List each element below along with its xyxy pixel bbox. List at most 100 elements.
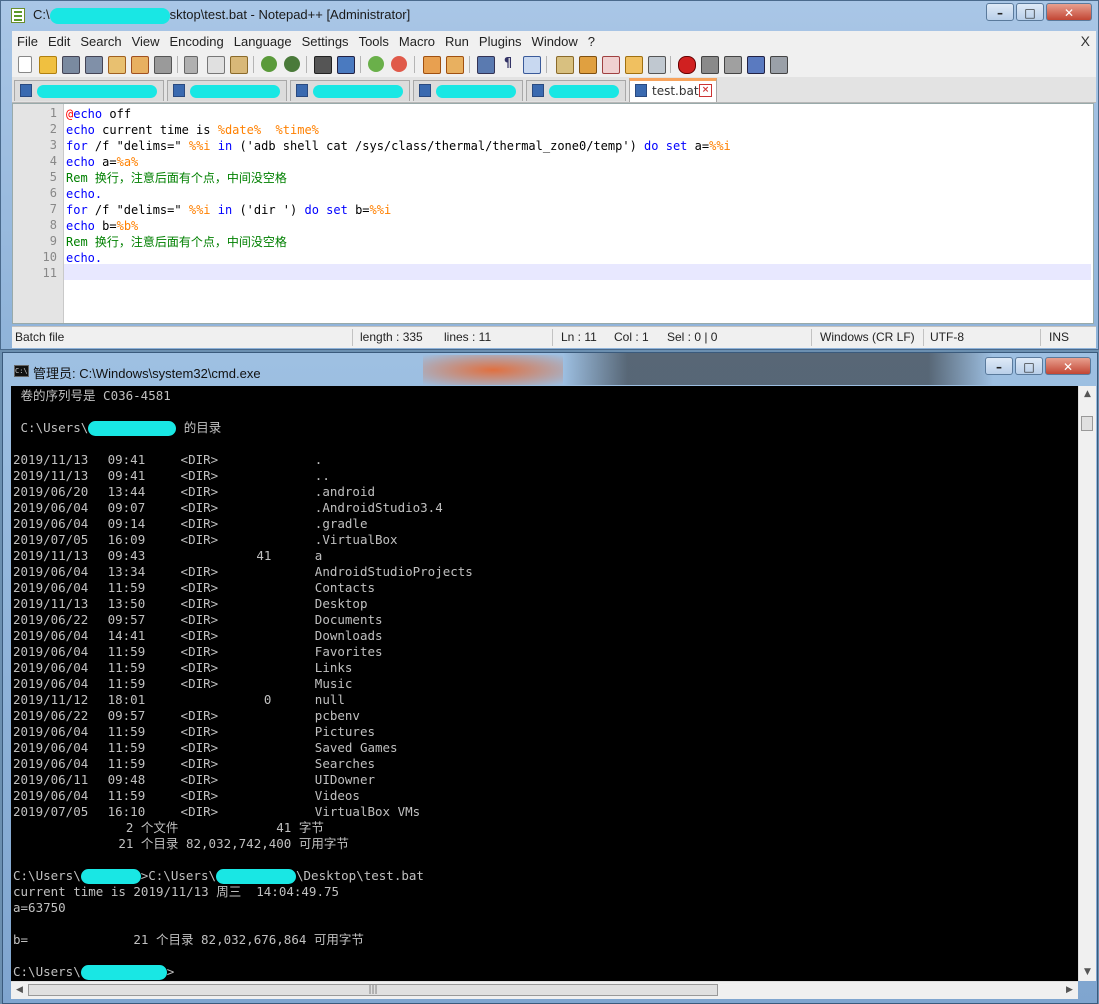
scroll-down-arrow-icon[interactable]: ▼ xyxy=(1079,964,1096,981)
maximize-button[interactable]: □ xyxy=(1015,357,1043,375)
zoom-out-icon[interactable] xyxy=(391,56,407,72)
dir-entry-type: <DIR> xyxy=(180,500,219,515)
cmd-vertical-scrollbar[interactable]: ▲ ▼ xyxy=(1078,386,1096,981)
status-insert-mode[interactable]: INS xyxy=(1049,327,1069,347)
code-token: do xyxy=(644,139,659,153)
tab-redacted[interactable] xyxy=(413,80,523,101)
minimize-button[interactable]: – xyxy=(985,357,1013,375)
npp-editor[interactable]: 1 2 3 4 5 6 7 8 9 10 11 @echo off echo c… xyxy=(12,103,1094,324)
sync-v-icon[interactable] xyxy=(423,56,441,74)
cmd-console[interactable]: 卷的序列号是 C036-4581 C:\Users\ 的目录 2019/11/1… xyxy=(11,386,1078,981)
play-macro-icon[interactable] xyxy=(724,56,742,74)
paste-icon[interactable] xyxy=(230,56,248,74)
close-button[interactable]: ✕ xyxy=(1046,3,1092,21)
dir-entry-time: 09:57 xyxy=(107,708,146,723)
dir-entry-name: .. xyxy=(314,468,330,483)
redacted-tab-title xyxy=(436,85,516,98)
code-line: echo current time is %date% %time% xyxy=(66,122,319,138)
close-button[interactable]: ✕ xyxy=(1045,357,1091,375)
copy-icon[interactable] xyxy=(207,56,225,74)
tab-redacted[interactable] xyxy=(167,80,287,101)
wrap-icon[interactable] xyxy=(477,56,495,74)
menu-macro[interactable]: Macro xyxy=(394,31,440,52)
close-all-icon[interactable] xyxy=(131,56,149,74)
menu-run[interactable]: Run xyxy=(440,31,474,52)
dir-entry-time: 16:10 xyxy=(107,804,146,819)
tab-test-bat[interactable]: test.bat × xyxy=(629,78,717,102)
dir-entry-time: 11:59 xyxy=(107,644,146,659)
status-divider xyxy=(923,329,924,346)
zoom-in-icon[interactable] xyxy=(368,56,384,72)
find-icon[interactable] xyxy=(314,56,332,74)
menu-file[interactable]: File xyxy=(12,31,43,52)
minimize-button[interactable]: – xyxy=(986,3,1014,21)
menu-help[interactable]: ? xyxy=(583,31,600,52)
cmd-titlebar[interactable]: C:\ 管理员: C:\Windows\system32\cmd.exe – □… xyxy=(3,353,1097,385)
redo-icon[interactable] xyxy=(284,56,300,72)
replace-icon[interactable] xyxy=(337,56,355,74)
menu-view[interactable]: View xyxy=(127,31,165,52)
dir-entry-time: 13:44 xyxy=(107,484,146,499)
console-line: C:\Users\ >C:\Users\ \Desktop\test.bat xyxy=(13,868,424,884)
close-icon[interactable] xyxy=(108,56,126,74)
cmd-horizontal-scrollbar[interactable]: ◀ ||| ▶ xyxy=(11,981,1078,999)
line-number: 11 xyxy=(42,266,57,280)
line-number: 10 xyxy=(42,250,57,264)
stop-macro-icon[interactable] xyxy=(701,56,719,74)
save-all-icon[interactable] xyxy=(85,56,103,74)
func-list-icon[interactable] xyxy=(602,56,620,74)
menu-language[interactable]: Language xyxy=(229,31,297,52)
tab-redacted[interactable] xyxy=(290,80,410,101)
doc-map-icon[interactable] xyxy=(579,56,597,74)
indent-guide-icon[interactable] xyxy=(523,56,541,74)
menu-search[interactable]: Search xyxy=(75,31,126,52)
scroll-up-arrow-icon[interactable]: ▲ xyxy=(1079,386,1096,403)
menu-close-doc[interactable]: X xyxy=(1081,31,1090,52)
redacted-username xyxy=(80,869,141,884)
menu-tools[interactable]: Tools xyxy=(354,31,394,52)
sync-h-icon[interactable] xyxy=(446,56,464,74)
tab-redacted[interactable] xyxy=(526,80,626,101)
console-line: 2 个文件 41 字节 xyxy=(13,820,324,835)
scroll-thumb[interactable]: ||| xyxy=(28,984,718,996)
code-line: echo. xyxy=(66,251,103,265)
code-token: current time is xyxy=(94,123,218,137)
redacted-username xyxy=(80,965,167,980)
menu-plugins[interactable]: Plugins xyxy=(474,31,527,52)
new-file-icon[interactable] xyxy=(18,56,32,73)
record-macro-icon[interactable] xyxy=(678,56,696,74)
scroll-thumb[interactable] xyxy=(1081,416,1093,431)
scroll-right-arrow-icon[interactable]: ▶ xyxy=(1061,982,1078,999)
run-macro-icon[interactable] xyxy=(747,56,765,74)
folder-icon[interactable] xyxy=(625,56,643,74)
lang-icon[interactable] xyxy=(556,56,574,74)
menu-settings[interactable]: Settings xyxy=(297,31,354,52)
status-divider xyxy=(811,329,812,346)
dir-entry-type: <DIR> xyxy=(180,628,219,643)
toolbar-separator xyxy=(253,56,254,73)
open-file-icon[interactable] xyxy=(39,56,57,74)
save-macro-icon[interactable] xyxy=(770,56,788,74)
console-line: C:\Users\ 的目录 xyxy=(13,420,221,436)
undo-icon[interactable] xyxy=(261,56,277,72)
tab-close-icon[interactable]: × xyxy=(699,84,712,97)
status-encoding[interactable]: UTF-8 xyxy=(930,327,964,347)
all-chars-icon[interactable]: ¶ xyxy=(500,56,516,72)
redacted-tab-title xyxy=(190,85,280,98)
maximize-button[interactable]: □ xyxy=(1016,3,1044,21)
npp-titlebar[interactable]: C:\ sktop\test.bat - Notepad++ [Administr… xyxy=(1,1,1098,31)
menu-edit[interactable]: Edit xyxy=(43,31,75,52)
status-eol[interactable]: Windows (CR LF) xyxy=(820,327,915,347)
cut-icon[interactable] xyxy=(184,56,198,74)
redacted-tab-title xyxy=(37,85,157,98)
save-icon[interactable] xyxy=(62,56,80,74)
print-icon[interactable] xyxy=(154,56,172,74)
menu-window[interactable]: Window xyxy=(527,31,583,52)
menu-encoding[interactable]: Encoding xyxy=(165,31,229,52)
dir-entry-time: 14:41 xyxy=(107,628,146,643)
dir-entry-name: Searches xyxy=(314,756,376,771)
scroll-left-arrow-icon[interactable]: ◀ xyxy=(11,982,28,999)
file-tab-icon xyxy=(419,84,431,97)
monitor-icon[interactable] xyxy=(648,56,666,74)
tab-redacted[interactable] xyxy=(14,80,164,101)
